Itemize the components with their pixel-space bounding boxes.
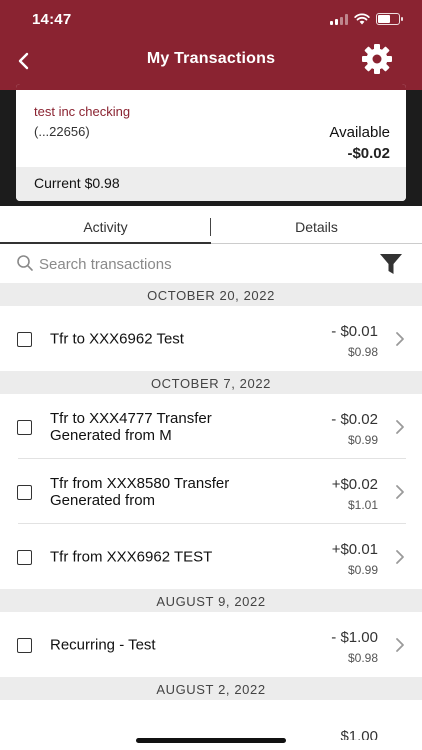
search-input[interactable] — [39, 253, 359, 275]
account-name: test inc checking — [34, 104, 131, 119]
tab-details[interactable]: Details — [211, 208, 422, 243]
description-line: Tfr from XXX8580 Transfer — [50, 474, 230, 492]
transaction-row[interactable]: Tfr from XXX6962 TEST +$0.01 $0.99 — [0, 524, 422, 589]
transaction-amount: - $0.02 — [331, 411, 378, 428]
chevron-right-icon — [396, 637, 404, 652]
date-header: AUGUST 2, 2022 — [0, 677, 422, 700]
date-header: OCTOBER 7, 2022 — [0, 371, 422, 394]
search-bar — [0, 245, 422, 283]
transaction-description: Tfr from XXX6962 TEST — [50, 548, 280, 565]
chevron-right-icon — [396, 331, 404, 346]
transaction-amount: +$0.01 — [331, 541, 378, 558]
running-balance: $0.99 — [347, 433, 378, 447]
tab-bar: Activity Details — [0, 208, 422, 244]
status-icons — [330, 13, 403, 25]
transaction-row[interactable]: Tfr to XXX4777 Transfer Generated from M -… — [0, 394, 422, 459]
running-balance: $0.98 — [347, 345, 378, 359]
tab-activity[interactable]: Activity — [0, 208, 211, 244]
transaction-row[interactable]: Recurring - Test - $1.00 $0.98 — [0, 612, 422, 677]
transaction-description: Recurring - Test — [50, 636, 280, 653]
transaction-checkbox[interactable] — [17, 549, 32, 565]
account-summary-card[interactable]: test inc checking (...22656) Available -… — [16, 84, 406, 201]
date-header: AUGUST 9, 2022 — [0, 589, 422, 612]
filter-icon — [380, 254, 402, 274]
battery-icon — [376, 13, 403, 25]
status-time: 14:47 — [32, 11, 72, 28]
transaction-list: OCTOBER 20, 2022 Tfr to XXX6962 Test - $0.… — [0, 283, 422, 740]
current-balance: Current $0.98 — [16, 167, 406, 201]
transaction-amount: $1.00 — [340, 728, 378, 740]
running-balance: $0.98 — [347, 651, 378, 665]
available-balance: -$0.02 — [347, 145, 390, 162]
transaction-row[interactable]: $1.00 — [0, 700, 422, 740]
description-line: Tfr to XXX4777 Transfer — [50, 409, 212, 427]
transaction-amount: - $1.00 — [331, 629, 378, 646]
settings-button[interactable] — [360, 42, 394, 76]
transaction-row[interactable]: Tfr from XXX8580 Transfer Generated from +… — [0, 459, 422, 524]
transaction-checkbox[interactable] — [17, 484, 32, 500]
navigation-bar: My Transactions — [0, 40, 422, 80]
wifi-icon — [354, 13, 370, 25]
description-line: Generated from M — [50, 426, 172, 444]
transaction-amount: +$0.02 — [331, 476, 378, 493]
date-header: OCTOBER 20, 2022 — [0, 283, 422, 306]
transaction-description: Tfr from XXX8580 Transfer Generated from — [50, 475, 280, 509]
running-balance: $1.01 — [347, 498, 378, 512]
chevron-right-icon — [396, 419, 404, 434]
description-line: Tfr from XXX6962 TEST — [50, 548, 213, 565]
filter-button[interactable] — [378, 251, 404, 277]
transaction-row[interactable]: Tfr to XXX6962 Test - $0.01 $0.98 — [0, 306, 422, 371]
transaction-checkbox[interactable] — [17, 419, 32, 435]
description-line: Recurring - Test — [50, 636, 156, 653]
home-indicator — [136, 738, 286, 743]
gear-icon — [362, 44, 392, 74]
transaction-checkbox[interactable] — [17, 331, 32, 347]
status-bar: 14:47 — [0, 0, 422, 40]
transaction-description: Tfr to XXX6962 Test — [50, 330, 280, 347]
running-balance: $0.99 — [347, 563, 378, 577]
page-title: My Transactions — [146, 50, 276, 67]
tab-divider — [210, 218, 211, 236]
transaction-checkbox[interactable] — [17, 637, 32, 653]
chevron-right-icon — [396, 549, 404, 564]
description-line: Tfr to XXX6962 Test — [50, 330, 184, 347]
cellular-signal-icon — [330, 13, 348, 25]
search-icon — [17, 255, 33, 271]
transaction-amount: - $0.01 — [331, 323, 378, 340]
available-label: Available — [329, 124, 390, 141]
card-accent-stripe — [16, 84, 406, 90]
chevron-right-icon — [396, 484, 404, 499]
transaction-description: Tfr to XXX4777 Transfer Generated from M — [50, 410, 280, 444]
account-number: (...22656) — [34, 124, 90, 139]
description-line: Generated from — [50, 491, 156, 509]
